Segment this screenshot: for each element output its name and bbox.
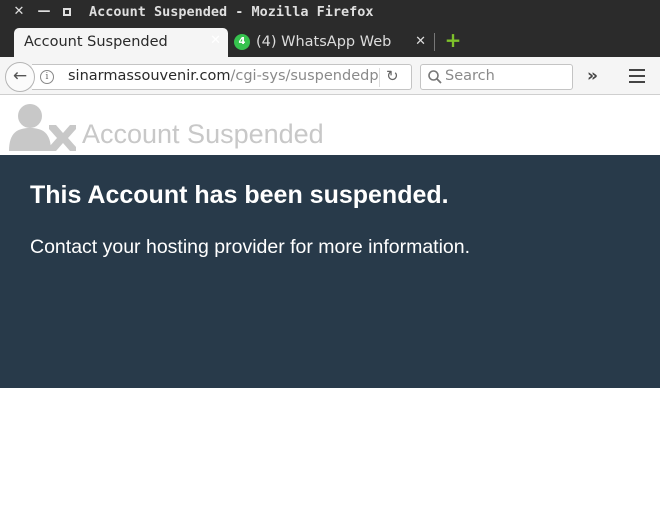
user-suspended-icon: [9, 104, 76, 151]
whatsapp-icon: 4: [234, 34, 250, 50]
window-title: Account Suspended - Mozilla Firefox: [89, 4, 374, 20]
window-close-button[interactable]: ✕: [12, 4, 26, 20]
info-icon[interactable]: i: [40, 70, 54, 84]
reload-icon[interactable]: ↻: [386, 67, 399, 85]
tab-strip: Account Suspended ✕ 4 (4) WhatsApp Web ✕…: [0, 25, 660, 58]
url-divider: [379, 68, 380, 87]
tab-close-icon[interactable]: ✕: [210, 33, 221, 48]
tab-whatsapp[interactable]: 4 (4) WhatsApp Web ✕: [228, 28, 434, 58]
notice-heading: This Account has been suspended.: [30, 181, 449, 209]
suspended-notice-panel: This Account has been suspended. Contact…: [0, 155, 660, 388]
tab-label: (4) WhatsApp Web: [256, 34, 392, 50]
tab-label: Account Suspended: [24, 34, 168, 50]
page-header: Account Suspended: [0, 96, 660, 155]
window-titlebar: ✕ — Account Suspended - Mozilla Firefox: [0, 0, 660, 25]
overflow-chevron-icon[interactable]: »: [587, 66, 598, 86]
search-input[interactable]: Search: [445, 68, 495, 84]
new-tab-button[interactable]: +: [444, 30, 462, 50]
search-icon: [428, 70, 442, 84]
tab-account-suspended[interactable]: Account Suspended ✕: [14, 28, 228, 58]
minimize-icon: —: [37, 4, 51, 19]
maximize-icon: [63, 8, 71, 16]
tab-divider: [434, 33, 435, 51]
notice-message: Contact your hosting provider for more i…: [30, 236, 471, 258]
back-arrow-icon: ←: [12, 66, 28, 86]
url-bar[interactable]: i sinarmassouvenir.com/cgi-sys/suspended…: [32, 64, 412, 90]
tab-close-icon[interactable]: ✕: [415, 34, 426, 49]
window-minimize-button[interactable]: —: [37, 4, 51, 20]
window-maximize-button[interactable]: [60, 4, 74, 20]
url-host: sinarmassouvenir.com: [68, 68, 231, 84]
navigation-toolbar: i sinarmassouvenir.com/cgi-sys/suspended…: [0, 57, 660, 95]
back-button[interactable]: ←: [5, 62, 35, 92]
url-text[interactable]: sinarmassouvenir.com/cgi-sys/suspendedpa…: [68, 68, 378, 84]
hamburger-menu-icon[interactable]: [629, 69, 645, 83]
url-path: /cgi-sys/suspendedpage.cgi: [230, 68, 378, 84]
close-icon: ✕: [13, 4, 25, 19]
page-title: Account Suspended: [82, 119, 324, 149]
search-bar[interactable]: Search: [420, 64, 573, 90]
